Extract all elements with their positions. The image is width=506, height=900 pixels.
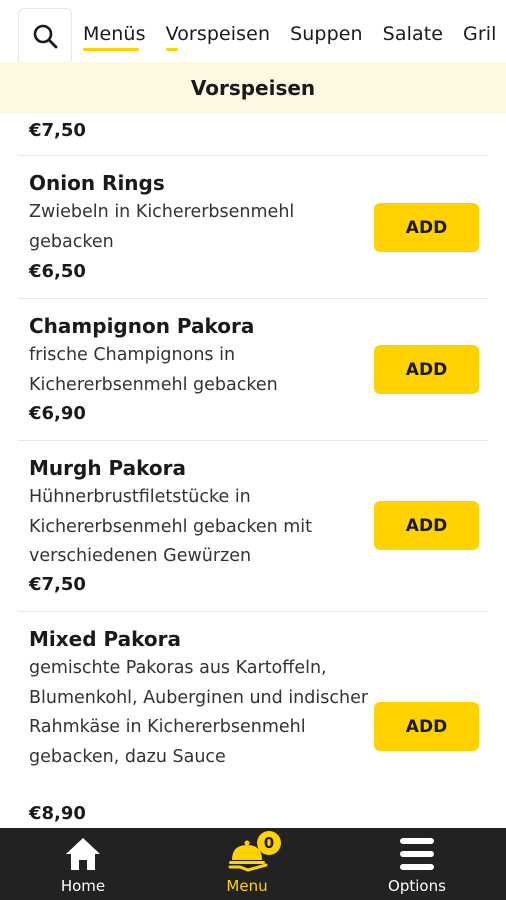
category-tabs: Menüs Vorspeisen Suppen Salate Gril [83,0,506,62]
item-name: Onion Rings [29,171,165,195]
item-price: €7,50 [29,574,86,595]
nav-options[interactable]: Options [357,828,477,900]
item-price: €8,90 [29,803,86,824]
search-icon [33,24,58,48]
tab-salate[interactable]: Salate [383,0,443,62]
list-item: Onion Rings Zwiebeln in Kichererbsenmehl… [0,156,506,298]
add-button[interactable]: ADD [374,345,479,394]
item-price: €6,50 [29,261,86,282]
list-item: Murgh Pakora Hühnerbrustfiletstücke in K… [0,441,506,611]
previous-item-price: €7,50 [29,120,86,141]
menu-item-list[interactable]: €7,50 Onion Rings Zwiebeln in Kichererbs… [0,114,506,828]
item-description: Zwiebeln in Kichererbsenmehl gebacken [29,202,295,252]
nav-home[interactable]: Home [23,828,143,900]
tab-grill[interactable]: Gril [463,0,497,62]
nav-home-label: Home [60,877,106,895]
search-button[interactable] [18,8,72,62]
home-icon [66,838,100,870]
item-description: Hühnerbrustfiletstücke in Kichererbsenme… [29,487,313,566]
nav-menu[interactable]: 0 Menu [187,828,307,900]
tab-suppen[interactable]: Suppen [290,0,363,62]
section-title: Vorspeisen [0,62,506,114]
add-button[interactable]: ADD [374,501,479,550]
tab-vorspeisen[interactable]: Vorspeisen [165,0,271,62]
add-button[interactable]: ADD [374,203,479,252]
list-item: Champignon Pakora frische Champignons in… [0,299,506,440]
list-item: Mixed Pakora gemischte Pakoras aus Karto… [0,612,506,828]
tab-menus[interactable]: Menüs [83,0,146,62]
nav-menu-label: Menu [226,877,268,895]
item-name: Murgh Pakora [29,456,187,480]
item-description: gemischte Pakoras aus Kartoffeln, Blumen… [29,658,369,767]
bottom-navigation: Home 0 Menu Options [0,828,506,900]
item-description: frische Champignons in Kichererbsenmehl … [29,345,278,395]
item-name: Mixed Pakora [29,627,181,651]
category-bar: Menüs Vorspeisen Suppen Salate Gril [0,0,506,62]
add-button[interactable]: ADD [374,702,479,751]
cart-count-badge: 0 [257,831,281,855]
item-price: €6,90 [29,403,86,424]
nav-options-label: Options [388,877,446,895]
item-name: Champignon Pakora [29,314,255,338]
hamburger-icon [400,838,434,870]
